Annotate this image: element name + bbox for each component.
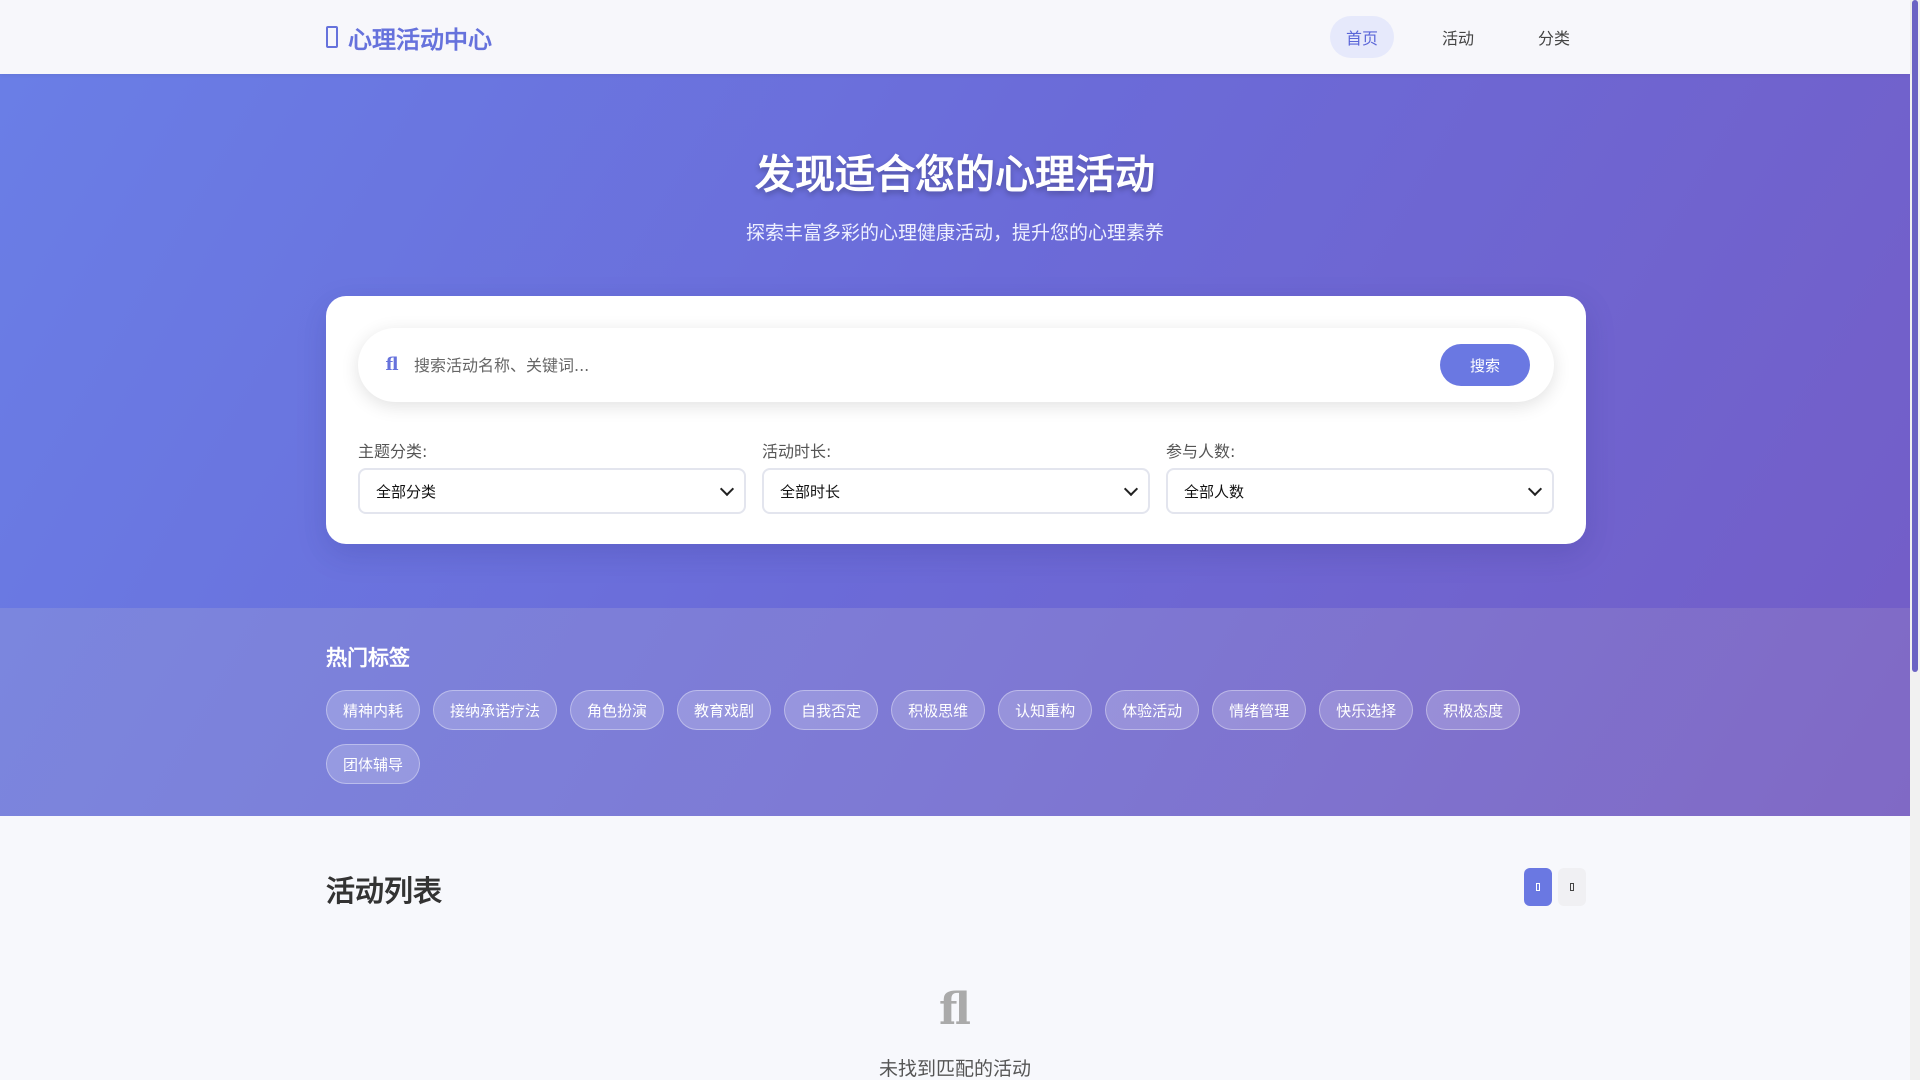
chevron-down-icon (719, 481, 735, 497)
filter-theme-label: 主题分类: (358, 442, 428, 461)
tag-chip[interactable]: 情绪管理 (1212, 690, 1307, 730)
nav-home[interactable]: 首页 (1330, 16, 1395, 58)
search-button[interactable]: 搜索 (1440, 344, 1530, 386)
page-scrollbar[interactable] (1910, 0, 1920, 1080)
activity-list-title: 活动列表 (326, 874, 443, 908)
brain-icon (326, 26, 338, 48)
tag-chip[interactable]: 精神内耗 (326, 690, 421, 730)
filter-duration-select[interactable]: 全部时长 (762, 468, 1150, 514)
search-input[interactable] (414, 346, 1374, 384)
hero-subtitle: 探索丰富多彩的心理健康活动，提升您的心理素养 (745, 222, 1164, 244)
brand-title: 心理活动中心 (348, 25, 492, 54)
list-icon (1570, 883, 1574, 891)
hot-tags-list: 精神内耗 接纳承诺疗法 角色扮演 教育戏剧 自我否定 积极思维 认知重构 体验活… (326, 690, 1586, 784)
chevron-down-icon (1527, 481, 1543, 497)
view-toggle (1524, 868, 1586, 906)
tag-chip[interactable]: 自我否定 (784, 690, 879, 730)
chevron-down-icon (1123, 481, 1139, 497)
grid-icon (1536, 883, 1540, 891)
empty-state-icon: ﬂ (939, 984, 971, 1035)
tag-chip[interactable]: 体验活动 (1105, 690, 1200, 730)
hot-tags-title: 热门标签 (326, 646, 410, 670)
brand-logo[interactable]: 心理活动中心 (326, 20, 492, 54)
search-icon: ﬂ (385, 354, 399, 375)
tag-chip[interactable]: 角色扮演 (570, 690, 665, 730)
hot-tags-section: 热门标签 精神内耗 接纳承诺疗法 角色扮演 教育戏剧 自我否定 积极思维 认知重… (0, 608, 1910, 816)
search-card: ﬂ 搜索 主题分类: 全部分类 活动时长: 全部时长 参与人数: 全部人数 (326, 296, 1586, 544)
filter-duration-value: 全部时长 (780, 482, 841, 501)
filter-theme: 主题分类: 全部分类 (358, 438, 746, 514)
filter-participants-label: 参与人数: (1166, 442, 1236, 461)
empty-state-text: 未找到匹配的活动 (878, 1058, 1031, 1080)
grid-view-button[interactable] (1524, 868, 1552, 906)
filter-participants-select[interactable]: 全部人数 (1166, 468, 1554, 514)
tag-chip[interactable]: 教育戏剧 (677, 690, 772, 730)
tag-chip[interactable]: 接纳承诺疗法 (433, 690, 558, 730)
hero-title: 发现适合您的心理活动 (755, 152, 1155, 198)
top-navbar: 心理活动中心 首页 活动 分类 (0, 0, 1910, 74)
tag-chip[interactable]: 积极态度 (1426, 690, 1521, 730)
filter-participants-value: 全部人数 (1184, 482, 1245, 501)
tag-chip[interactable]: 积极思维 (891, 690, 986, 730)
search-bar: ﬂ 搜索 (358, 328, 1554, 402)
tag-chip[interactable]: 团体辅导 (326, 744, 421, 784)
filter-theme-select[interactable]: 全部分类 (358, 468, 746, 514)
nav-activities[interactable]: 活动 (1426, 16, 1490, 58)
tag-chip[interactable]: 认知重构 (998, 690, 1093, 730)
filter-duration-label: 活动时长: (762, 442, 832, 461)
scrollbar-thumb[interactable] (1912, 0, 1918, 672)
filter-duration: 活动时长: 全部时长 (762, 438, 1150, 514)
tag-chip[interactable]: 快乐选择 (1319, 690, 1414, 730)
nav-categories[interactable]: 分类 (1522, 16, 1586, 58)
main-nav: 首页 活动 分类 (1330, 16, 1586, 58)
filter-participants: 参与人数: 全部人数 (1166, 438, 1554, 514)
filter-theme-value: 全部分类 (376, 482, 437, 501)
hero-section: 发现适合您的心理活动 探索丰富多彩的心理健康活动，提升您的心理素养 ﬂ 搜索 主… (0, 74, 1910, 608)
list-view-button[interactable] (1558, 868, 1586, 906)
